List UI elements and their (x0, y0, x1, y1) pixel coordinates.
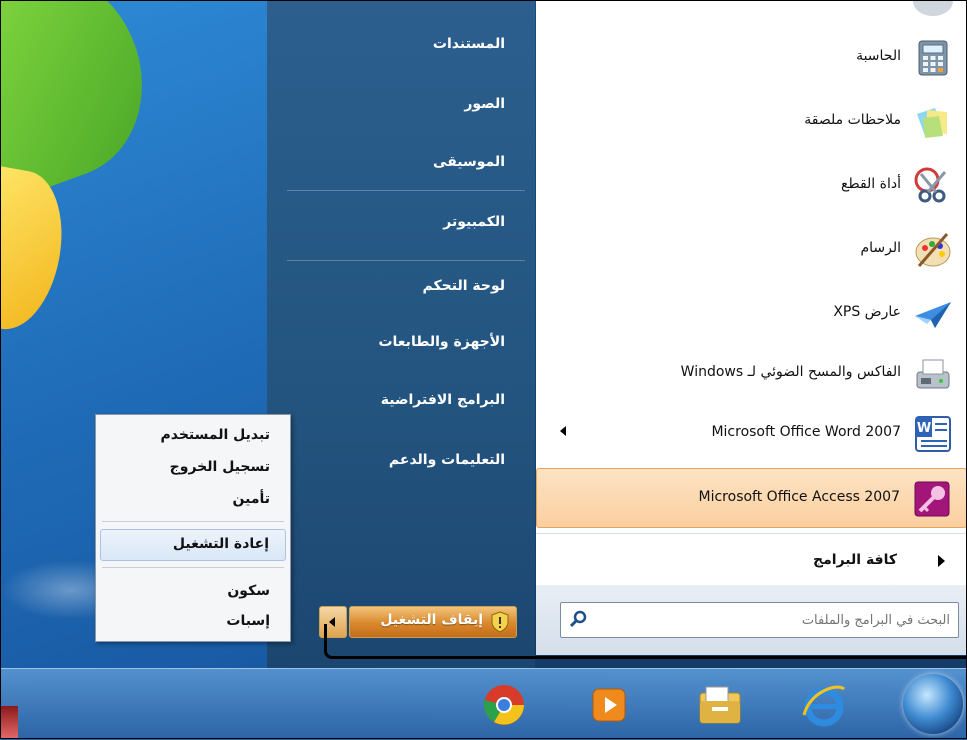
program-label: عارض XPS (833, 304, 901, 320)
menu-separator (102, 521, 284, 522)
media-player-icon[interactable] (585, 681, 633, 729)
file-explorer-icon[interactable] (696, 681, 744, 729)
right-pane-default-programs[interactable]: البرامج الافتراضية (381, 392, 505, 408)
program-label: الفاكس والمسح الضوئي لـ Windows (680, 364, 901, 380)
start-button[interactable] (903, 674, 963, 734)
program-item-word-2007[interactable]: W Microsoft Office Word 2007 (536, 404, 967, 464)
program-item-calculator[interactable]: الحاسبة (536, 28, 967, 88)
program-label: الحاسبة (856, 48, 901, 64)
menu-item-sleep[interactable]: سكون (227, 583, 270, 599)
sticky-notes-icon (917, 108, 947, 138)
right-pane-control-panel[interactable]: لوحة التحكم (423, 278, 505, 294)
fax-scan-icon (916, 359, 950, 389)
right-pane-devices-printers[interactable]: الأجهزة والطابعات (378, 334, 505, 350)
program-item-access-2007[interactable]: Microsoft Office Access 2007 (536, 468, 967, 528)
word-icon: W (915, 416, 951, 452)
start-menu-right-pane: المستندات الصور الموسيقى الكمبيوتر لوحة … (267, 0, 535, 668)
menu-separator (102, 567, 284, 568)
menu-item-hibernate[interactable]: إسبات (226, 613, 270, 629)
svg-text:W: W (917, 421, 931, 436)
all-programs-arrow-icon (938, 555, 945, 567)
program-label: ملاحظات ملصقة (804, 112, 901, 128)
program-item-snipping-tool[interactable]: أداة القطع (536, 156, 967, 216)
program-item-xps-viewer[interactable]: عارض XPS (536, 284, 967, 344)
menu-item-restart[interactable]: إعادة التشغيل (100, 529, 286, 561)
internet-explorer-icon[interactable] (800, 681, 848, 729)
desktop-corner-decoration (0, 706, 18, 739)
program-label: أداة القطع (841, 176, 901, 192)
wallpaper-leaf-yellow (0, 163, 74, 337)
calculator-icon (918, 40, 948, 76)
callout-line (324, 624, 967, 659)
shutdown-options-menu: تبديل المستخدم تسجيل الخروج تأمين إعادة … (95, 414, 291, 642)
right-pane-separator (287, 190, 525, 191)
menu-item-lock[interactable]: تأمين (233, 491, 271, 507)
right-pane-help-support[interactable]: التعليمات والدعم (389, 452, 505, 468)
menu-item-switch-user[interactable]: تبديل المستخدم (160, 427, 270, 443)
program-item-fax-scan[interactable]: الفاكس والمسح الضوئي لـ Windows (536, 344, 967, 404)
right-pane-documents[interactable]: المستندات (433, 36, 505, 52)
right-pane-music[interactable]: الموسيقى (433, 154, 505, 170)
program-label: الرسام (860, 240, 901, 256)
start-menu-programs-pane: الحاسبة ملاحظات ملصقة أداة القطع الرسام (536, 0, 967, 655)
all-programs-label: كافة البرامج (813, 552, 897, 568)
menu-item-log-off[interactable]: تسجيل الخروج (170, 459, 270, 475)
submenu-arrow-icon[interactable] (560, 426, 566, 436)
right-pane-pictures[interactable]: الصور (464, 96, 505, 112)
paint-palette-icon (915, 233, 951, 267)
snipping-tool-icon (914, 167, 947, 203)
chrome-icon[interactable] (480, 681, 528, 729)
program-item-sticky-notes[interactable]: ملاحظات ملصقة (536, 92, 967, 152)
program-label: Microsoft Office Access 2007 (698, 489, 900, 505)
taskbar (0, 668, 967, 740)
all-programs-button[interactable]: كافة البرامج (536, 533, 967, 584)
access-icon (914, 481, 950, 517)
right-pane-computer[interactable]: الكمبيوتر (443, 214, 505, 230)
menu-item-label: إعادة التشغيل (172, 536, 269, 552)
partial-program-icon (913, 0, 953, 16)
program-item-paint[interactable]: الرسام (536, 220, 967, 280)
xps-viewer-icon (915, 302, 951, 328)
program-label: Microsoft Office Word 2007 (711, 424, 901, 440)
right-pane-separator (287, 260, 525, 261)
